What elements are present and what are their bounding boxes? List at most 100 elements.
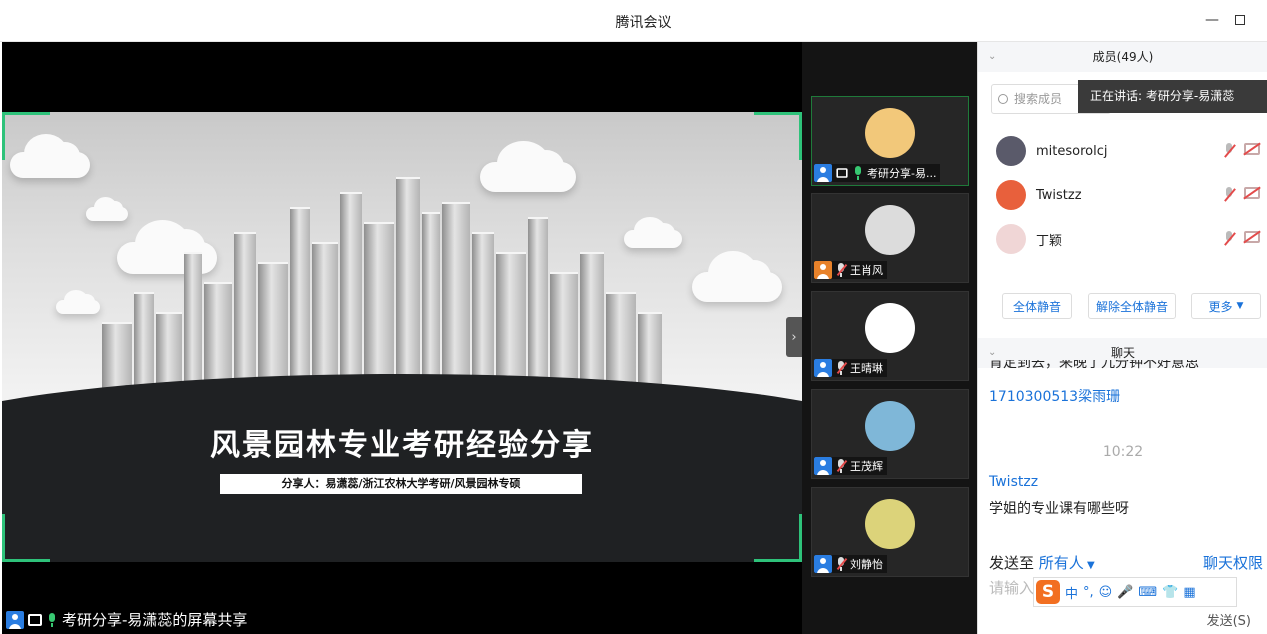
city-skyline-graphic	[102, 172, 662, 402]
cloud-graphic	[56, 290, 100, 314]
camera-off-icon[interactable]	[1244, 143, 1260, 155]
microphone-muted-icon[interactable]	[1222, 231, 1236, 247]
keyboard-icon[interactable]: ⌨	[1138, 585, 1157, 600]
building-graphic	[442, 202, 470, 402]
toolbox-icon[interactable]: ▦	[1183, 585, 1195, 600]
slide-ground	[2, 374, 802, 562]
participant-video-tile[interactable]: 考研分享-易...	[811, 96, 969, 186]
ime-chinese-mode-icon[interactable]: 中	[1065, 583, 1078, 602]
send-to-selector[interactable]: 发送至 所有人 ▼	[989, 552, 1095, 573]
more-button[interactable]: 更多 ▼	[1191, 293, 1261, 319]
member-status-icons	[1222, 187, 1260, 203]
member-status-icons	[1222, 231, 1260, 247]
building-graphic	[290, 207, 310, 402]
avatar	[865, 401, 915, 451]
microphone-muted-icon	[835, 361, 848, 375]
participant-name-bar: 王肖风	[814, 261, 887, 279]
user-icon	[814, 164, 832, 182]
building-graphic	[340, 192, 362, 402]
skin-icon[interactable]: 👕	[1162, 585, 1178, 600]
chat-message-text: 学姐的专业课有哪些呀	[989, 501, 1129, 517]
emoji-icon[interactable]: ☺	[1099, 585, 1113, 600]
user-icon	[814, 555, 832, 573]
screen-share-view: 风景园林专业考研经验分享 分享人：易潇蕊/浙江农林大学考研/风景园林专硕 考研分…	[2, 42, 802, 634]
participant-video-tile[interactable]: 王茂辉	[811, 389, 969, 479]
microphone-icon	[852, 166, 864, 180]
participant-name: 刘静怡	[850, 558, 883, 571]
member-search-placeholder: 搜索成员	[1014, 92, 1063, 106]
user-icon	[6, 610, 24, 629]
user-icon	[814, 261, 832, 279]
member-row[interactable]: mitesorolcj	[996, 133, 1266, 169]
frame-corner	[754, 112, 802, 160]
ime-toolbar[interactable]: S 中 °, ☺ 🎤 ⌨ 👕 ▦	[1033, 577, 1237, 607]
maximize-icon[interactable]	[1230, 10, 1250, 30]
more-button-label: 更多	[1208, 299, 1233, 314]
speaking-indicator: 正在讲话: 考研分享-易潇蕊	[1078, 80, 1267, 113]
chat-timestamp: 10:22	[1102, 444, 1144, 460]
microphone-icon	[46, 612, 58, 627]
microphone-muted-icon[interactable]	[1222, 143, 1236, 159]
avatar	[996, 180, 1026, 210]
search-icon	[998, 94, 1008, 104]
chat-permissions-link[interactable]: 聊天权限	[1203, 552, 1263, 573]
user-icon	[814, 359, 832, 377]
avatar	[865, 108, 915, 158]
participant-name-bar: 王晴琳	[814, 359, 887, 377]
building-graphic	[396, 177, 420, 402]
frame-corner	[2, 112, 50, 160]
ime-punctuation-icon[interactable]: °,	[1083, 585, 1094, 600]
chat-header-label: 聊天	[1110, 346, 1135, 360]
caret-down-icon: ▼	[1236, 301, 1244, 311]
participant-name-bar: 刘静怡	[814, 555, 887, 573]
title-bar: 腾讯会议 —	[0, 0, 1267, 42]
share-label: 考研分享-易潇蕊的屏幕共享	[6, 609, 247, 630]
member-name: Twistzz	[1036, 187, 1082, 203]
minimize-icon[interactable]: —	[1202, 10, 1222, 30]
microphone-muted-icon	[835, 263, 848, 277]
members-header[interactable]: ⌄ 成员(49人)	[978, 42, 1267, 72]
send-to-label: 发送至	[989, 554, 1035, 572]
building-graphic	[528, 217, 548, 402]
chat-sender-name[interactable]: Twistzz	[989, 474, 1038, 490]
screen-share-icon	[28, 613, 42, 626]
side-panel: ⌄ 成员(49人) 搜索成员 正在讲话: 考研分享-易潇蕊 mitesorolc…	[977, 42, 1267, 634]
chevron-down-icon: ⌄	[988, 51, 997, 62]
microphone-muted-icon[interactable]	[1222, 187, 1236, 203]
chat-input[interactable]: 请输入	[989, 577, 1034, 598]
member-row[interactable]: 丁颖	[996, 221, 1266, 257]
member-status-icons	[1222, 143, 1260, 159]
video-column: 考研分享-易... 王肖风王晴琳王茂辉刘静怡	[802, 42, 977, 634]
meeting-window: 腾讯会议 — 风景园林专业考研经验分享 分享人：易潇蕊/浙江农林大学考研/风景园…	[0, 0, 1267, 634]
avatar	[996, 136, 1026, 166]
camera-off-icon[interactable]	[1244, 187, 1260, 199]
member-name: mitesorolcj	[1036, 143, 1108, 159]
caret-down-icon: ▼	[1083, 560, 1095, 571]
unmute-all-button[interactable]: 解除全体静音	[1088, 293, 1176, 319]
slide-subtitle: 分享人：易潇蕊/浙江农林大学考研/风景园林专硕	[220, 474, 582, 494]
members-header-label: 成员(49人)	[1092, 50, 1154, 64]
chat-sender-name[interactable]: 1710300513梁雨珊	[989, 386, 1120, 406]
camera-off-icon[interactable]	[1244, 231, 1260, 243]
member-row[interactable]: Twistzz	[996, 177, 1266, 213]
share-label-text: 考研分享-易潇蕊的屏幕共享	[62, 611, 248, 629]
participant-video-tile[interactable]: 王晴琳	[811, 291, 969, 381]
chat-messages: 肯定到去，来晚了九分钟不好意思 1710300513梁雨珊 10:22 Twis…	[978, 360, 1267, 544]
avatar	[996, 224, 1026, 254]
mute-all-button[interactable]: 全体静音	[1002, 293, 1072, 319]
member-name: 丁颖	[1036, 233, 1063, 249]
slide-title: 风景园林专业考研经验分享	[210, 428, 594, 463]
frame-corner	[754, 514, 802, 562]
send-button[interactable]: 发送(S)	[1207, 610, 1251, 629]
voice-input-icon[interactable]: 🎤	[1117, 585, 1133, 600]
cloud-graphic	[692, 251, 782, 302]
participant-name-bar: 王茂辉	[814, 457, 887, 475]
user-icon	[814, 457, 832, 475]
collapse-video-column-button[interactable]: ›	[786, 317, 802, 357]
sogou-ime-logo-icon: S	[1036, 580, 1060, 604]
participant-video-tile[interactable]: 刘静怡	[811, 487, 969, 577]
chat-message-text: 肯定到去，来晚了九分钟不好意思	[989, 360, 1199, 371]
send-to-target[interactable]: 所有人	[1039, 554, 1084, 572]
shared-slide: 风景园林专业考研经验分享 分享人：易潇蕊/浙江农林大学考研/风景园林专硕	[2, 112, 802, 562]
participant-video-tile[interactable]: 王肖风	[811, 193, 969, 283]
